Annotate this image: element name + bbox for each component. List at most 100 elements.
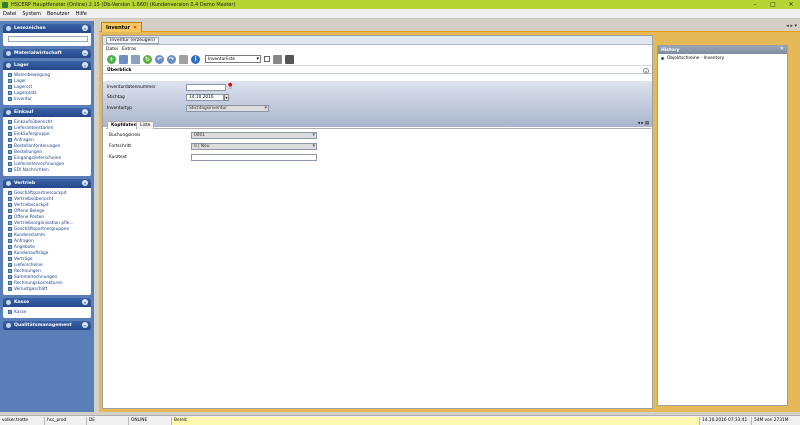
collapse-icon[interactable]: «: [82, 25, 88, 31]
doc-menu-extras[interactable]: Extras: [122, 47, 136, 52]
item-icon: [8, 269, 12, 273]
reference-date-input[interactable]: 14.10.2016: [186, 94, 224, 101]
group-header[interactable]: Lesezeichen «: [3, 24, 91, 33]
tab-inventur[interactable]: Inventur ✕: [101, 22, 143, 32]
collapse-icon[interactable]: «: [82, 62, 88, 68]
menu-bar: Datei System Benutzer Hilfe: [0, 9, 800, 19]
tab-nav-icons[interactable]: ◂ ▸ ▾: [786, 23, 797, 29]
menu-system[interactable]: System: [19, 11, 44, 17]
item-icon: [8, 245, 12, 249]
item-icon: [8, 251, 12, 255]
group-lager: Lager « Warenbewegung Lager Lagerort Lage…: [3, 61, 91, 105]
group-qualitaetsmanagement: Qualitätsmanagement «: [3, 321, 91, 330]
search-icon[interactable]: ⌕: [229, 84, 232, 92]
sidebar-item[interactable]: Verlustgeschäft: [8, 286, 88, 292]
collapse-icon[interactable]: «: [82, 50, 88, 56]
menu-hilfe[interactable]: Hilfe: [73, 11, 90, 17]
short-text-input[interactable]: [191, 154, 317, 161]
inventory-number-input[interactable]: [186, 84, 226, 91]
item-icon: [8, 156, 12, 160]
item-icon: [8, 120, 12, 124]
item-icon: [8, 227, 12, 231]
refresh-icon[interactable]: ↻: [143, 54, 152, 64]
group-vertrieb: Vertrieb « Geschäftspartnercockpit Vertri…: [3, 179, 91, 295]
maximize-icon[interactable]: □: [764, 0, 782, 9]
detail-tabs: Kopfdaten Liste ◂ ▸ ▤: [106, 120, 651, 129]
collapse-overview-icon[interactable]: «: [643, 68, 649, 74]
report-select[interactable]: Inventurliste: [205, 55, 261, 63]
minimize-icon[interactable]: –: [746, 0, 764, 9]
collapse-icon[interactable]: «: [82, 322, 88, 328]
group-einkauf: Einkauf « Einkaufsübersicht Lieferantenst…: [3, 108, 91, 176]
status-memory[interactable]: 54M von 2731M: [752, 417, 800, 425]
booking-period-select[interactable]: 0001: [191, 132, 317, 139]
detail-tab-nav-icons[interactable]: ◂ ▸ ▤: [638, 121, 649, 126]
toolbar: + ↻ ↶ ↷ i Inventurliste: [103, 53, 652, 66]
group-materialwirtschaft: Materialwirtschaft «: [3, 49, 91, 58]
collapse-icon[interactable]: «: [82, 299, 88, 305]
overview-section: Überblick « Inventurdatennummer ● ⌕ Stic…: [103, 66, 652, 128]
group-lesezeichen: Lesezeichen «: [3, 24, 91, 46]
settings-icon[interactable]: [285, 54, 294, 64]
print-icon[interactable]: [273, 54, 282, 64]
bullet-icon: [661, 57, 664, 60]
document-menu: Datei Extras: [103, 45, 652, 53]
status-lang: DE: [87, 416, 129, 425]
history-panel: History ✕ Objektschreine - Inventory: [657, 45, 788, 406]
menu-datei[interactable]: Datei: [0, 11, 19, 17]
info-icon[interactable]: i: [191, 54, 200, 64]
history-header: History ✕: [658, 46, 787, 54]
checkbox-icon[interactable]: [264, 56, 270, 62]
item-icon: [8, 281, 12, 285]
inventory-type-select[interactable]: Stichtagsinventur: [186, 105, 269, 112]
date-picker-icon[interactable]: ▾: [224, 94, 229, 101]
item-icon: [8, 257, 12, 261]
item-icon: [8, 191, 12, 195]
item-icon: [8, 162, 12, 166]
doc-menu-datei[interactable]: Datei: [106, 47, 118, 52]
bookmark-input[interactable]: [8, 36, 88, 42]
close-history-icon[interactable]: ✕: [780, 46, 784, 52]
sidebar: Lesezeichen « Materialwirtschaft « Lager « …: [0, 21, 94, 412]
item-icon: [8, 150, 12, 154]
quality-icon: [6, 323, 11, 328]
sidebar-item-inventur[interactable]: Inventur: [8, 96, 88, 102]
title-bar: HSCERP Hauptfenster (Online) 2.15 (Db-Ve…: [0, 0, 800, 9]
menu-benutzer[interactable]: Benutzer: [44, 11, 73, 17]
collapse-icon[interactable]: «: [82, 180, 88, 186]
close-icon[interactable]: ✕: [782, 0, 800, 9]
save-icon[interactable]: [119, 54, 128, 64]
undo-icon[interactable]: ↶: [155, 54, 164, 64]
tab-bar: Inventur ✕ ◂ ▸ ▾: [99, 21, 800, 32]
item-icon: [8, 197, 12, 201]
progress-select[interactable]: 0 | Neu: [191, 143, 317, 150]
group-header[interactable]: Vertrieb «: [3, 179, 91, 188]
copy-icon[interactable]: [131, 54, 140, 64]
booking-period-label: Buchungskreis: [109, 133, 141, 138]
window-title: HSCERP Hauptfenster (Online) 2.15 (Db-Ve…: [11, 1, 236, 8]
add-icon[interactable]: +: [107, 54, 116, 64]
group-header[interactable]: Qualitätsmanagement «: [3, 321, 91, 330]
cash-icon: [6, 300, 11, 305]
sidebar-item[interactable]: Kasse: [8, 309, 88, 315]
sales-icon: [6, 181, 11, 186]
item-icon: [8, 239, 12, 243]
tab-liste[interactable]: Liste: [136, 121, 155, 129]
item-icon: [8, 132, 12, 136]
close-tab-icon[interactable]: ✕: [133, 25, 137, 31]
item-icon: [8, 263, 12, 267]
group-header[interactable]: Materialwirtschaft «: [3, 49, 91, 58]
collapse-icon[interactable]: «: [82, 109, 88, 115]
purchase-icon: [6, 110, 11, 115]
warehouse-icon: [6, 63, 11, 68]
document-panel: Inventur (erzeugen) Datei Extras + ↻ ↶ ↷…: [102, 35, 653, 409]
delete-icon[interactable]: [179, 54, 188, 64]
group-header[interactable]: Lager «: [3, 61, 91, 70]
item-icon: [8, 144, 12, 148]
group-header[interactable]: Einkauf «: [3, 108, 91, 117]
history-item[interactable]: Objektschreine - Inventory: [658, 54, 787, 63]
sidebar-item[interactable]: EDI Nachrichten: [8, 167, 88, 173]
group-header[interactable]: Kasse «: [3, 298, 91, 307]
status-user: volker.trotte: [0, 416, 45, 425]
redo-icon[interactable]: ↷: [167, 54, 176, 64]
